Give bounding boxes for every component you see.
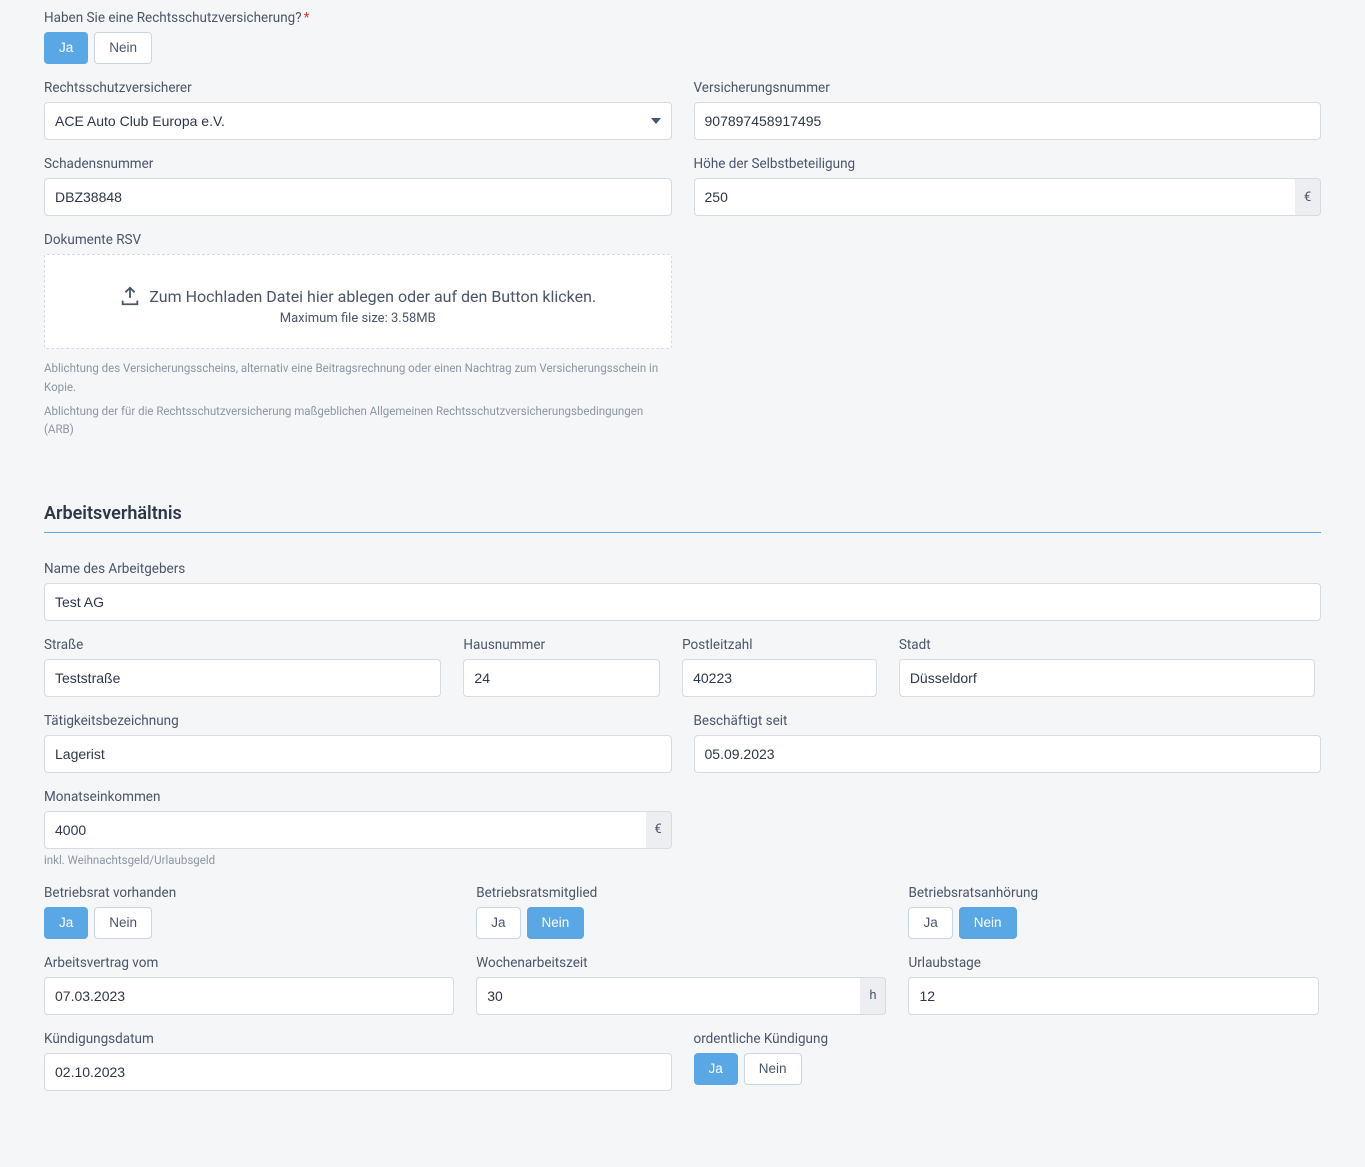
- employed-since-input[interactable]: [694, 735, 1322, 773]
- weekly-hours-label: Wochenarbeitszeit: [476, 955, 886, 971]
- works-council-hearing-label: Betriebsratsanhörung: [908, 885, 1318, 901]
- upload-size-hint: Maximum file size: 3.58MB: [55, 311, 661, 326]
- zip-label: Postleitzahl: [682, 637, 877, 653]
- zip-input[interactable]: [682, 659, 877, 697]
- ordinary-termination-group: Ja Nein: [694, 1053, 1322, 1085]
- job-title-input[interactable]: [44, 735, 672, 773]
- works-council-member-no[interactable]: Nein: [527, 907, 585, 939]
- works-council-member-label: Betriebsratsmitglied: [476, 885, 886, 901]
- weekly-hours-input[interactable]: [476, 977, 860, 1015]
- house-no-label: Hausnummer: [463, 637, 660, 653]
- claim-no-input[interactable]: [44, 178, 672, 216]
- rsv-question-group: Ja Nein: [44, 32, 1321, 64]
- income-label: Monatseinkommen: [44, 789, 672, 805]
- works-council-hearing-no[interactable]: Nein: [959, 907, 1017, 939]
- rsv-question-label: Haben Sie eine Rechtsschutzversicherung?…: [44, 10, 1321, 26]
- employer-input[interactable]: [44, 583, 1321, 621]
- contract-from-label: Arbeitsvertrag vom: [44, 955, 454, 971]
- euro-addon: €: [1295, 178, 1321, 216]
- section-divider: [44, 532, 1321, 533]
- city-input[interactable]: [899, 659, 1315, 697]
- city-label: Stadt: [899, 637, 1315, 653]
- rsv-yes-button[interactable]: Ja: [44, 32, 88, 64]
- upload-text: Zum Hochladen Datei hier ablegen oder au…: [149, 287, 596, 306]
- works-council-member-group: Ja Nein: [476, 907, 886, 939]
- insurer-select[interactable]: ACE Auto Club Europa e.V.: [44, 102, 672, 140]
- euro-addon: €: [646, 811, 672, 849]
- insurer-label: Rechtsschutzversicherer: [44, 80, 672, 96]
- street-label: Straße: [44, 637, 441, 653]
- employed-since-label: Beschäftigt seit: [694, 713, 1322, 729]
- upload-help-2: Ablichtung der für die Rechtsschutzversi…: [44, 402, 672, 439]
- vacation-label: Urlaubstage: [908, 955, 1318, 971]
- ordinary-termination-no[interactable]: Nein: [744, 1053, 802, 1085]
- claim-no-label: Schadensnummer: [44, 156, 672, 172]
- works-council-exists-group: Ja Nein: [44, 907, 454, 939]
- ordinary-termination-yes[interactable]: Ja: [694, 1053, 738, 1085]
- termination-date-label: Kündigungsdatum: [44, 1031, 672, 1047]
- vacation-input[interactable]: [908, 977, 1318, 1015]
- deductible-label: Höhe der Selbstbeteiligung: [694, 156, 1322, 172]
- street-input[interactable]: [44, 659, 441, 697]
- job-title-label: Tätigkeitsbezeichnung: [44, 713, 672, 729]
- rsv-no-button[interactable]: Nein: [94, 32, 152, 64]
- contract-from-input[interactable]: [44, 977, 454, 1015]
- income-hint: inkl. Weihnachtsgeld/Urlaubsgeld: [44, 853, 672, 867]
- section-employment-title: Arbeitsverhältnis: [44, 503, 1321, 524]
- ordinary-termination-label: ordentliche Kündigung: [694, 1031, 1322, 1047]
- works-council-member-yes[interactable]: Ja: [476, 907, 520, 939]
- works-council-exists-label: Betriebsrat vorhanden: [44, 885, 454, 901]
- income-input[interactable]: [44, 811, 646, 849]
- upload-dropzone[interactable]: Zum Hochladen Datei hier ablegen oder au…: [44, 254, 672, 349]
- works-council-exists-yes[interactable]: Ja: [44, 907, 88, 939]
- deductible-input[interactable]: [694, 178, 1296, 216]
- hours-addon: h: [860, 977, 886, 1015]
- works-council-hearing-yes[interactable]: Ja: [908, 907, 952, 939]
- upload-icon: [119, 285, 141, 307]
- upload-help-1: Ablichtung des Versicherungsscheins, alt…: [44, 359, 672, 396]
- works-council-exists-no[interactable]: Nein: [94, 907, 152, 939]
- house-no-input[interactable]: [463, 659, 660, 697]
- employer-label: Name des Arbeitgebers: [44, 561, 1321, 577]
- documents-rsv-label: Dokumente RSV: [44, 232, 672, 248]
- policy-no-label: Versicherungsnummer: [694, 80, 1322, 96]
- termination-date-input[interactable]: [44, 1053, 672, 1091]
- required-asterisk: *: [304, 10, 310, 26]
- works-council-hearing-group: Ja Nein: [908, 907, 1318, 939]
- policy-no-input[interactable]: [694, 102, 1322, 140]
